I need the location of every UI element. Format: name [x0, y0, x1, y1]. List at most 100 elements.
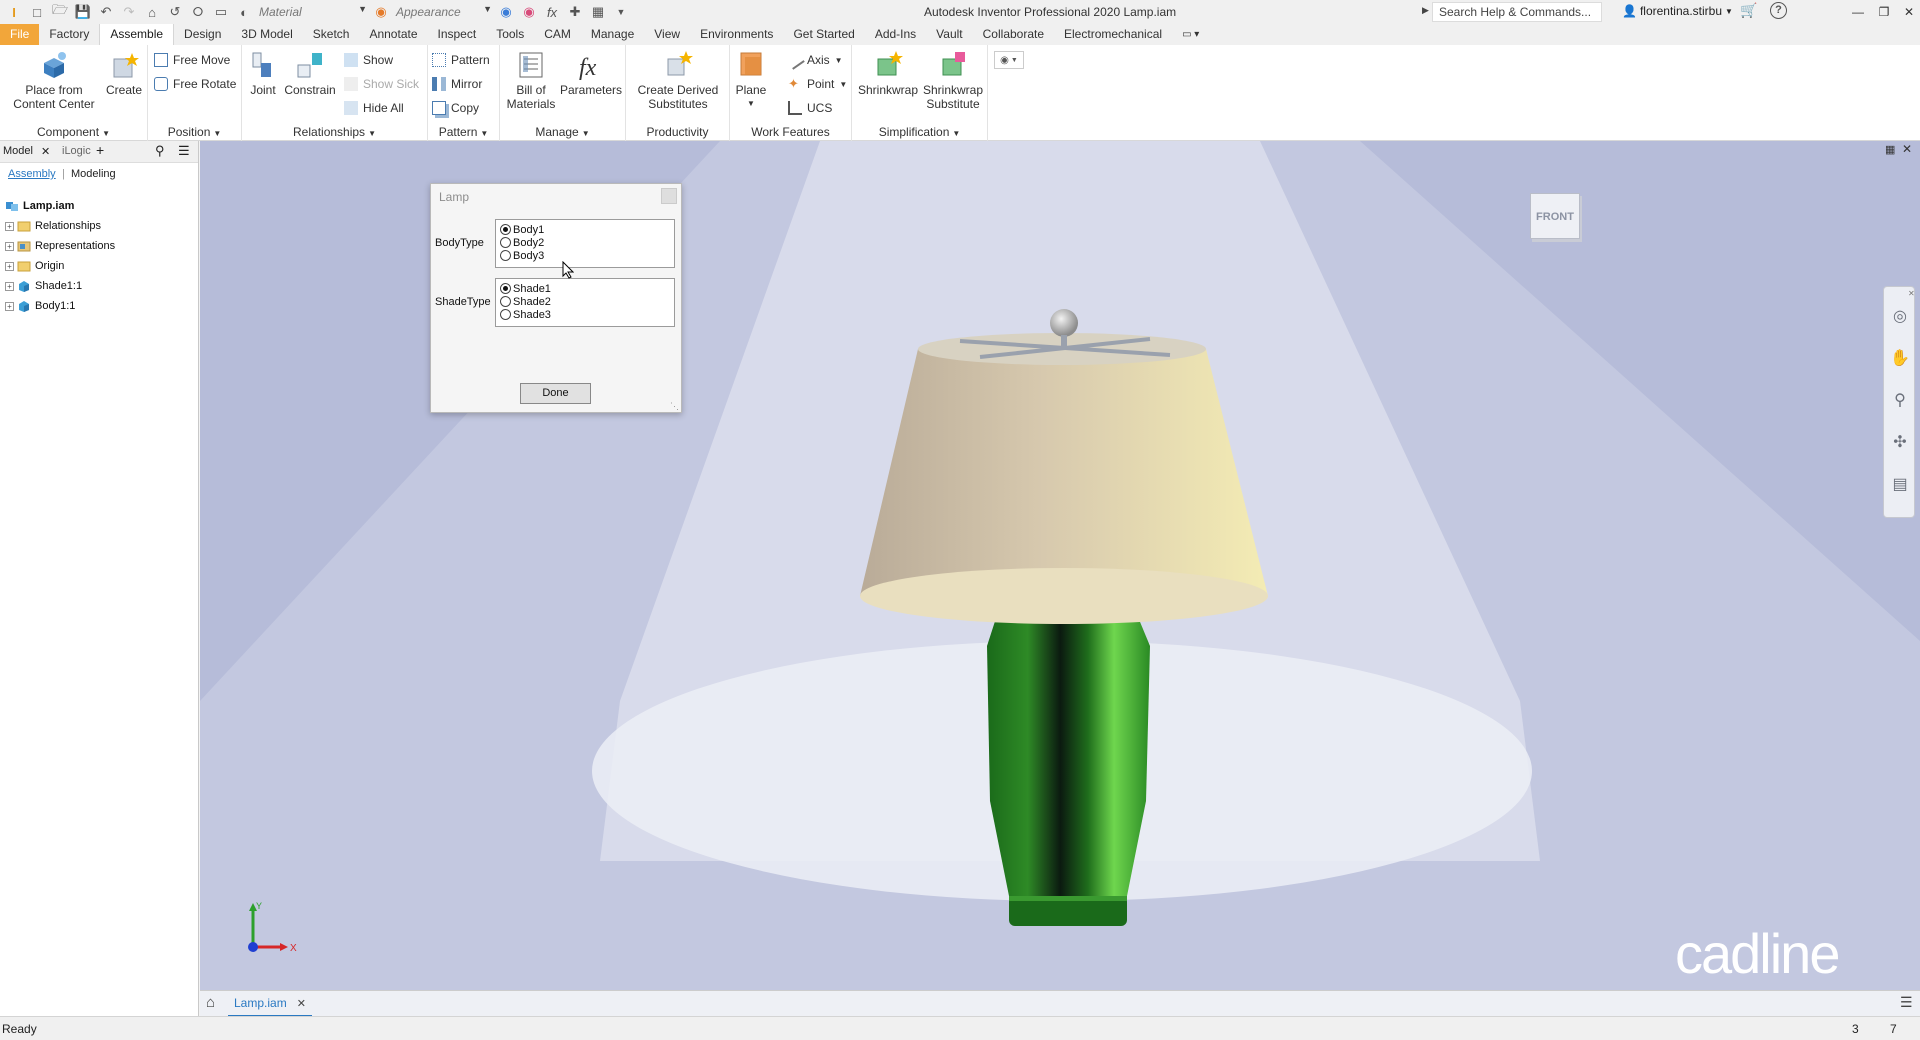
customize-icon[interactable]: ▼ — [612, 3, 630, 21]
expand-icon[interactable]: + — [5, 261, 14, 271]
color-override-icon[interactable]: ◉ — [497, 3, 515, 21]
undo-icon[interactable]: ↶ — [97, 3, 115, 21]
radio-body3[interactable]: Body3 — [496, 249, 674, 262]
show-sick-button[interactable]: Show Sick — [344, 75, 419, 93]
look-at-icon[interactable]: ▤ — [1890, 475, 1910, 495]
ucs-button[interactable]: UCS — [788, 99, 832, 117]
tab-ilogic[interactable]: iLogic — [62, 145, 91, 157]
table-icon[interactable]: ▦ — [589, 3, 607, 21]
free-move-button[interactable]: Free Move — [154, 51, 230, 69]
inventor-logo-icon[interactable]: I — [5, 3, 23, 21]
orbit-icon[interactable]: ✣ — [1890, 433, 1910, 453]
measure-icon[interactable]: ▭ — [212, 3, 230, 21]
select-icon[interactable]: ⭘ — [189, 3, 207, 21]
simplification-panel-title[interactable]: Simplification ▼ — [852, 125, 987, 139]
tab-tools[interactable]: Tools — [486, 24, 534, 45]
user-menu[interactable]: 👤 florentina.stirbu ▼ — [1622, 4, 1733, 18]
dialog-close-button[interactable] — [661, 188, 677, 204]
document-tab[interactable]: Lamp.iam ✕ — [228, 991, 312, 1017]
tab-3d-model[interactable]: 3D Model — [231, 24, 302, 45]
radio-button[interactable] — [500, 224, 511, 235]
tab-inspect[interactable]: Inspect — [428, 24, 487, 45]
expand-icon[interactable]: + — [5, 241, 14, 251]
pattern-button[interactable]: Pattern — [432, 51, 490, 69]
radio-button[interactable] — [500, 296, 511, 307]
tab-assemble[interactable]: Assemble — [99, 24, 175, 45]
viewcube[interactable]: FRONT — [1530, 193, 1580, 239]
close-button[interactable]: ✕ — [1896, 0, 1920, 24]
plus-icon[interactable]: ✚ — [566, 3, 584, 21]
done-button[interactable]: Done — [520, 383, 591, 404]
tree-item-shade[interactable]: + Shade1:1 — [0, 277, 82, 295]
shrinkwrap-substitute-button[interactable]: Shrinkwrap Substitute — [922, 49, 984, 111]
add-tab-icon[interactable]: + — [96, 142, 104, 158]
tab-vault[interactable]: Vault — [926, 24, 972, 45]
open-file-icon[interactable]: 🗁 — [51, 2, 69, 21]
tree-item-representations[interactable]: + Representations — [0, 237, 115, 255]
appearance-dropdown[interactable]: Appearance ▼ — [396, 3, 492, 21]
tab-view[interactable]: View — [644, 24, 690, 45]
joint-button[interactable]: Joint — [246, 49, 280, 97]
tree-item-body[interactable]: + Body1:1 — [0, 297, 75, 315]
hide-all-button[interactable]: Hide All — [344, 99, 404, 117]
search-input[interactable]: Search Help & Commands... — [1432, 2, 1602, 22]
update-icon[interactable]: ↺ — [166, 3, 184, 21]
tree-item-relationships[interactable]: + Relationships — [0, 217, 101, 235]
expand-icon[interactable]: + — [5, 301, 14, 311]
material-dropdown[interactable]: Material ▼ — [259, 3, 367, 21]
function-icon[interactable]: fx — [543, 3, 561, 21]
search-icon[interactable]: ⚲ — [155, 143, 165, 159]
steering-wheel-icon[interactable]: ◎ — [1890, 307, 1910, 327]
create-component-button[interactable]: Create — [104, 49, 144, 97]
zoom-icon[interactable]: ⚲ — [1890, 391, 1910, 411]
home-tab-icon[interactable]: ⌂ — [206, 994, 215, 1011]
restore-button[interactable]: ❐ — [1871, 0, 1897, 24]
tab-annotate[interactable]: Annotate — [359, 24, 427, 45]
close-tab-icon[interactable]: ✕ — [297, 997, 306, 1010]
parameters-button[interactable]: fx Parameters — [560, 49, 622, 97]
component-panel-title[interactable]: Component ▼ — [0, 125, 147, 139]
tab-get-started[interactable]: Get Started — [783, 24, 864, 45]
expand-icon[interactable]: + — [5, 281, 14, 291]
pan-icon[interactable]: ✋ — [1890, 349, 1910, 369]
tab-environments[interactable]: Environments — [690, 24, 783, 45]
new-file-icon[interactable]: □ — [28, 3, 46, 21]
radio-shade2[interactable]: Shade2 — [496, 295, 674, 308]
mirror-button[interactable]: Mirror — [432, 75, 482, 93]
ribbon-options-icon[interactable]: ▭ ▾ — [1172, 24, 1209, 45]
radio-button[interactable] — [500, 283, 511, 294]
plane-button[interactable]: Plane ▼ — [734, 49, 768, 111]
modeling-mode-link[interactable]: Modeling — [71, 168, 116, 180]
tab-sketch[interactable]: Sketch — [303, 24, 360, 45]
constrain-button[interactable]: Constrain — [282, 49, 338, 97]
save-icon[interactable]: 💾 — [74, 3, 92, 21]
bill-of-materials-button[interactable]: Bill of Materials — [504, 49, 558, 111]
axis-button[interactable]: Axis ▼ — [785, 50, 843, 70]
pattern-panel-title[interactable]: Pattern ▼ — [428, 125, 499, 139]
relationships-panel-title[interactable]: Relationships ▼ — [242, 125, 427, 139]
free-rotate-button[interactable]: Free Rotate — [154, 75, 236, 93]
home-icon[interactable]: ⌂ — [143, 3, 161, 21]
appearance-icon[interactable]: ◉ — [372, 3, 390, 21]
help-icon[interactable]: ? — [1770, 2, 1787, 19]
clear-appearance-icon[interactable]: ◉ — [520, 3, 538, 21]
tab-model[interactable]: Model — [3, 145, 33, 157]
show-button[interactable]: Show — [344, 51, 393, 69]
position-panel-title[interactable]: Position ▼ — [148, 125, 241, 139]
radio-body2[interactable]: Body2 — [496, 236, 674, 249]
point-button[interactable]: ✦ Point ▼ — [788, 75, 847, 93]
search-expand-icon[interactable]: ▶ — [1422, 5, 1429, 16]
expand-icon[interactable]: + — [5, 221, 14, 231]
ribbon-extra-dropdown[interactable]: ◉ ▼ — [994, 51, 1024, 69]
cart-icon[interactable]: 🛒 — [1740, 2, 1757, 19]
tab-electromechanical[interactable]: Electromechanical — [1054, 24, 1172, 45]
close-view-icon[interactable]: ✕ — [1902, 142, 1912, 156]
menu-icon[interactable]: ☰ — [178, 143, 190, 159]
tab-add-ins[interactable]: Add-Ins — [865, 24, 926, 45]
navbar-close-icon[interactable]: ✕ — [1908, 289, 1915, 298]
create-derived-substitutes-button[interactable]: Create Derived Substitutes — [632, 49, 724, 111]
material-icon[interactable]: ◐ — [235, 3, 253, 21]
radio-button[interactable] — [500, 250, 511, 261]
tab-collaborate[interactable]: Collaborate — [973, 24, 1054, 45]
shrinkwrap-button[interactable]: Shrinkwrap — [858, 49, 918, 97]
